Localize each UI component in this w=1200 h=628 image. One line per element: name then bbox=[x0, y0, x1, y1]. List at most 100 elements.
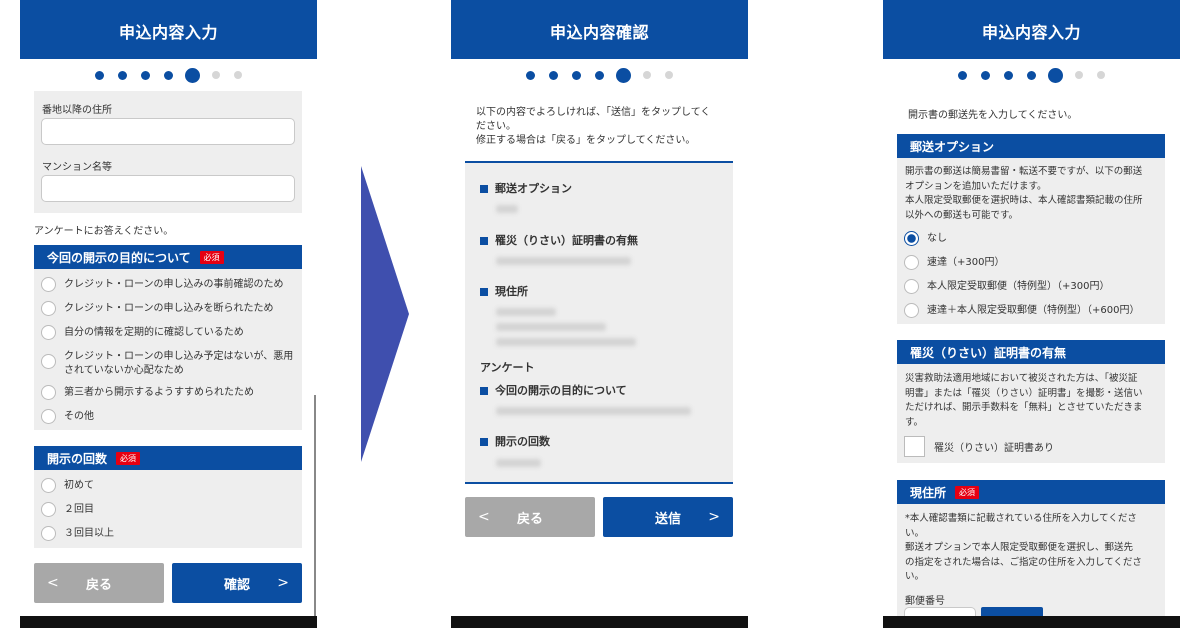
description-line: す。 bbox=[905, 416, 924, 428]
summary-item-label: 郵送オプション bbox=[495, 182, 572, 195]
radio-button[interactable] bbox=[41, 409, 56, 424]
mail-option-choice[interactable]: 本人限定受取郵便（特例型）（+300円） bbox=[904, 279, 1110, 294]
purpose-option[interactable]: クレジット・ローンの申し込みの事前確認のため bbox=[41, 277, 297, 292]
disaster-heading-text: 罹災（りさい）証明書の有無 bbox=[910, 345, 1067, 360]
count-option[interactable]: ３回目以上 bbox=[41, 526, 114, 541]
confirm-button[interactable]: 確認 > bbox=[172, 563, 302, 603]
count-option[interactable]: 初めて bbox=[41, 478, 94, 493]
disaster-checkbox-row[interactable]: 罹災（りさい）証明書あり bbox=[904, 436, 1054, 457]
mail-option-choice[interactable]: 速達（+300円） bbox=[904, 255, 1004, 270]
radio-button[interactable] bbox=[904, 279, 919, 294]
back-button[interactable]: < 戻る bbox=[465, 497, 595, 537]
radio-button-selected[interactable] bbox=[904, 231, 919, 246]
bullet-square-icon bbox=[480, 387, 488, 395]
confirm-button-label: 確認 bbox=[223, 577, 250, 593]
purpose-option-label: 自分の情報を定期的に確認しているため bbox=[64, 327, 244, 338]
chevron-right-icon: > bbox=[708, 509, 720, 525]
blurred-value bbox=[496, 459, 541, 467]
step-dot bbox=[595, 70, 604, 80]
screen-confirm: 申込内容確認 以下の内容でよろしければ、「送信」をタップしてく ださい。 修正す… bbox=[451, 0, 748, 628]
step-dot bbox=[212, 71, 220, 79]
bullet-square-icon bbox=[480, 185, 488, 193]
step-indicator bbox=[451, 59, 748, 91]
step-dot bbox=[141, 70, 150, 80]
disaster-section: 罹災（りさい）証明書の有無 災害救助法適用地域において被災された方は、「被災証 … bbox=[897, 340, 1165, 463]
mail-option-section: 郵送オプション 開示書の郵送は簡易書留・転送不要ですが、以下の郵送 オプションを… bbox=[897, 134, 1165, 324]
step-dot bbox=[665, 71, 673, 79]
purpose-option-label: クレジット・ローンの申し込みを断られたため bbox=[64, 303, 274, 314]
mail-option-label: 本人限定受取郵便（特例型）（+300円） bbox=[927, 281, 1110, 292]
purpose-option[interactable]: クレジット・ローンの申し込み予定はないが、悪用されていないか心配なため bbox=[41, 350, 297, 378]
purpose-option[interactable]: 自分の情報を定期的に確認しているため bbox=[41, 325, 297, 340]
description-line: 以外への郵送も可能です。 bbox=[905, 209, 1019, 221]
summary-item-label: 開示の回数 bbox=[495, 435, 550, 448]
summary-item-address: 現住所 bbox=[480, 283, 528, 299]
step-dot bbox=[526, 70, 535, 80]
purpose-option[interactable]: その他 bbox=[41, 409, 297, 424]
count-option-label: ２回目 bbox=[64, 504, 94, 515]
radio-button[interactable] bbox=[41, 478, 56, 493]
radio-button[interactable] bbox=[41, 385, 56, 400]
count-option[interactable]: ２回目 bbox=[41, 502, 94, 517]
purpose-heading-text: 今回の開示の目的について bbox=[47, 250, 191, 265]
radio-button[interactable] bbox=[41, 325, 56, 340]
radio-button[interactable] bbox=[41, 301, 56, 316]
mail-option-heading-text: 郵送オプション bbox=[910, 139, 995, 154]
address-detail-box: 番地以降の住所 マンション名等 bbox=[34, 91, 302, 213]
checkbox-label: 罹災（りさい）証明書あり bbox=[934, 443, 1054, 454]
send-button[interactable]: 送信 > bbox=[603, 497, 733, 537]
summary-item-label: 現住所 bbox=[495, 285, 528, 298]
scrollbar[interactable] bbox=[314, 395, 316, 617]
description-line: の指定をされた場合は、ご指定の住所を入力してくださ bbox=[905, 556, 1142, 568]
radio-button[interactable] bbox=[904, 255, 919, 270]
radio-button[interactable] bbox=[41, 277, 56, 292]
address-heading-text: 現住所 bbox=[910, 485, 947, 500]
zip-label: 郵便番号 bbox=[905, 596, 945, 607]
next-screen-arrow-icon bbox=[361, 166, 409, 462]
address-section: 現住所 必須 *本人確認書類に記載されている住所を入力してくださ い。 郵送オプ… bbox=[897, 480, 1165, 628]
device-bottom-bar bbox=[883, 616, 1180, 628]
mansion-label: マンション名等 bbox=[42, 162, 112, 173]
mail-option-choice[interactable]: なし bbox=[904, 231, 947, 246]
summary-item-mail-option: 郵送オプション bbox=[480, 180, 572, 196]
mansion-input[interactable] bbox=[41, 175, 295, 202]
step-dot bbox=[1097, 71, 1105, 79]
radio-button[interactable] bbox=[41, 354, 56, 369]
mail-option-label: なし bbox=[927, 233, 947, 244]
radio-button[interactable] bbox=[904, 303, 919, 318]
page-title: 申込内容入力 bbox=[883, 0, 1180, 59]
summary-item-disaster: 罹災（りさい）証明書の有無 bbox=[480, 232, 638, 248]
blurred-value bbox=[496, 257, 631, 265]
purpose-option[interactable]: クレジット・ローンの申し込みを断られたため bbox=[41, 301, 297, 316]
description-line: オプションを追加いただけます。 bbox=[905, 180, 1047, 192]
purpose-heading: 今回の開示の目的について 必須 bbox=[34, 245, 302, 269]
description-line: *本人確認書類に記載されている住所を入力してくださ bbox=[905, 513, 1137, 524]
page-title: 申込内容確認 bbox=[451, 0, 748, 59]
disaster-heading: 罹災（りさい）証明書の有無 bbox=[897, 340, 1165, 364]
radio-button[interactable] bbox=[41, 526, 56, 541]
chevron-left-icon: < bbox=[478, 509, 490, 525]
send-button-label: 送信 bbox=[654, 511, 681, 527]
mail-option-choice[interactable]: 速達＋本人限定受取郵便（特例型）（+600円） bbox=[904, 303, 1139, 318]
step-indicator bbox=[20, 59, 317, 91]
required-badge: 必須 bbox=[199, 250, 224, 264]
purpose-option-label: 第三者から開示するようすすめられたため bbox=[64, 387, 254, 398]
purpose-option[interactable]: 第三者から開示するようすすめられたため bbox=[41, 385, 297, 400]
address-input[interactable] bbox=[41, 118, 295, 145]
blurred-value bbox=[496, 308, 556, 316]
back-button[interactable]: < 戻る bbox=[34, 563, 164, 603]
purpose-option-label: クレジット・ローンの申し込み予定はないが、悪用されていないか心配なため bbox=[64, 351, 294, 376]
blurred-value bbox=[496, 323, 606, 331]
instruction-line: 修正する場合は「戻る」をタップしてください。 bbox=[476, 135, 696, 146]
count-section: 開示の回数 必須 初めて ２回目 ３回目以上 bbox=[34, 446, 302, 548]
radio-button[interactable] bbox=[41, 502, 56, 517]
description-line: 明書」または「罹災（りさい）証明書」を撮影・送信い bbox=[905, 387, 1143, 399]
step-dot bbox=[1075, 71, 1083, 79]
survey-intro: アンケートにお答えください。 bbox=[34, 226, 174, 237]
address-description: *本人確認書類に記載されている住所を入力してくださ い。 郵送オプションで本人限… bbox=[905, 512, 1163, 585]
step-dot bbox=[1027, 70, 1036, 80]
checkbox[interactable] bbox=[904, 436, 925, 457]
chevron-left-icon: < bbox=[47, 575, 59, 591]
chevron-right-icon: > bbox=[277, 575, 289, 591]
step-dot-current bbox=[616, 67, 631, 83]
